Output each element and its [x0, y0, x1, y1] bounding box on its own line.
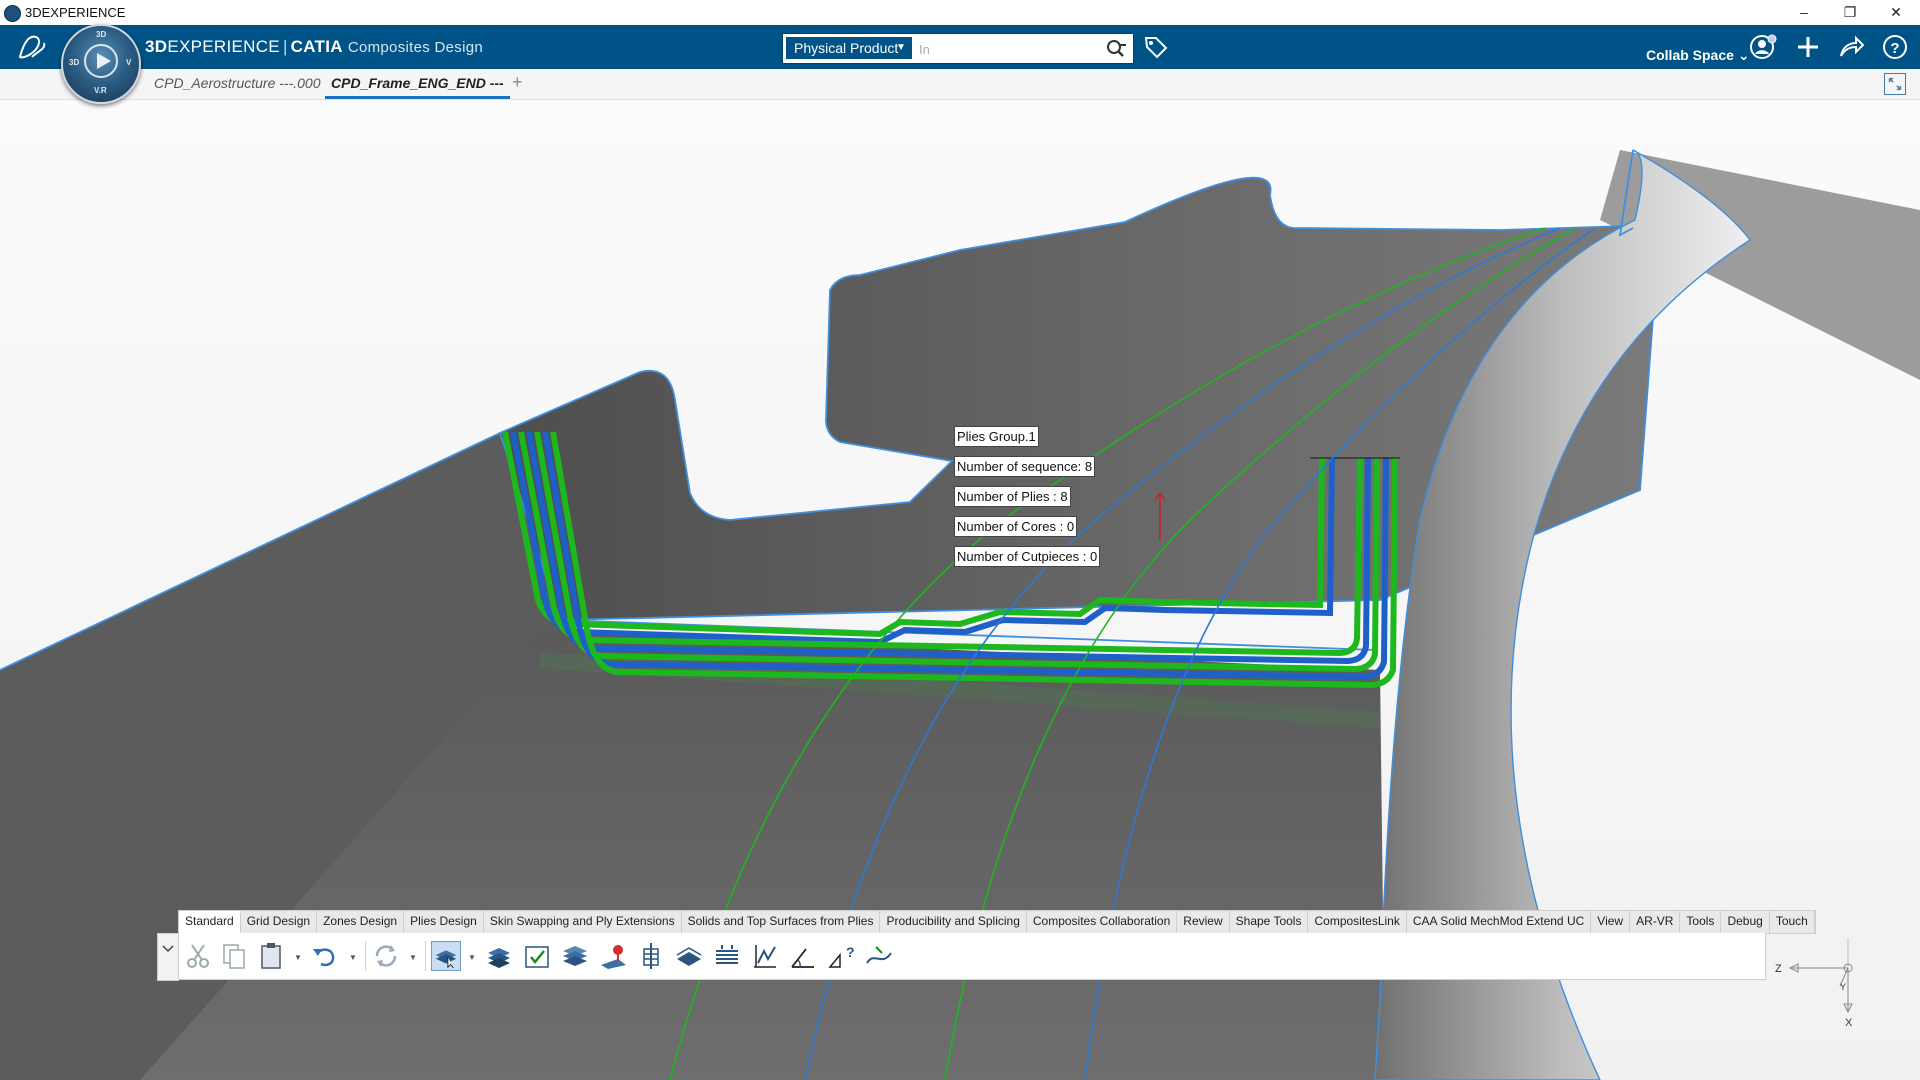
tab-debug[interactable]: Debug — [1721, 911, 1770, 933]
tab-skin-swapping[interactable]: Skin Swapping and Ply Extensions — [484, 911, 682, 933]
chevron-down-icon[interactable]: ▼ — [294, 953, 302, 962]
label-number-of-cores: Number of Cores : 0 — [954, 516, 1078, 537]
compass-left-label: 3D — [69, 58, 80, 67]
window-title: 3DEXPERIENCE — [25, 5, 126, 20]
tab-plies-design[interactable]: Plies Design — [404, 911, 484, 933]
tab-tools[interactable]: Tools — [1680, 911, 1722, 933]
analysis-icon[interactable] — [750, 941, 780, 971]
paste-icon[interactable] — [257, 941, 287, 971]
chevron-down-icon: ▼ — [896, 42, 906, 53]
compass-widget[interactable]: 3D 3D V V.R — [61, 24, 141, 104]
compass-bottom-label: V.R — [94, 86, 107, 95]
angle-icon[interactable] — [788, 941, 818, 971]
svg-text:?: ? — [1890, 40, 1899, 57]
chevron-down-icon[interactable]: ▼ — [468, 953, 476, 962]
label-plies-group[interactable]: Plies Group.1 — [954, 426, 1039, 447]
search-input[interactable] — [917, 37, 1081, 61]
tab-shape-tools[interactable]: Shape Tools — [1230, 911, 1309, 933]
stacking-icon[interactable] — [484, 941, 514, 971]
play-icon[interactable] — [84, 44, 118, 78]
cut-icon[interactable] — [183, 941, 213, 971]
chevron-down-icon — [162, 945, 174, 953]
add-icon[interactable] — [1793, 32, 1823, 62]
minimize-button[interactable]: – — [1781, 0, 1827, 25]
tab-producibility-splicing[interactable]: Producibility and Splicing — [880, 911, 1027, 933]
orientation-triad-icon[interactable]: Z Y X — [1770, 928, 1860, 1028]
ply-exploder-icon[interactable] — [598, 941, 628, 971]
query-icon[interactable]: ? — [826, 941, 856, 971]
tag-icon[interactable] — [1143, 34, 1169, 60]
tab-view[interactable]: View — [1591, 911, 1631, 933]
tab-standard[interactable]: Standard — [179, 911, 241, 933]
tab-review[interactable]: Review — [1177, 911, 1230, 933]
document-tab-bar: CPD_Aerostructure ---.000 CPD_Frame_ENG_… — [0, 69, 1920, 100]
label-number-of-plies: Number of Plies : 8 — [954, 486, 1071, 507]
tab-compositeslink[interactable]: CompositesLink — [1308, 911, 1407, 933]
draping-icon[interactable] — [864, 941, 894, 971]
undo-icon[interactable] — [309, 941, 339, 971]
close-button[interactable]: ✕ — [1873, 0, 1919, 25]
svg-text:Z: Z — [1775, 963, 1782, 975]
restore-button[interactable]: ❐ — [1827, 0, 1873, 25]
search-scope-dropdown[interactable]: Physical Product ▼ — [786, 37, 912, 59]
user-profile-icon[interactable] — [1748, 32, 1778, 62]
label-number-of-cutpieces: Number of Cutpieces : 0 — [954, 546, 1101, 567]
compass-right-label: V — [126, 58, 132, 67]
core-sampling-icon[interactable] — [636, 941, 666, 971]
svg-text:X: X — [1845, 1017, 1853, 1028]
collab-space-selector[interactable]: Collab Space ⌄ — [1646, 47, 1750, 64]
chevron-down-icon[interactable]: ▼ — [409, 953, 417, 962]
app-header: 3DEXPERIENCE | CATIA Composites Design Phys… — [0, 25, 1920, 69]
compass-3d-label: 3D — [96, 30, 107, 39]
label-number-of-sequence: Number of sequence: 8 — [954, 456, 1096, 477]
tab-touch[interactable]: Touch — [1770, 911, 1815, 933]
action-bar-collapse-button[interactable] — [157, 933, 179, 981]
new-tab-icon[interactable]: + — [512, 72, 523, 93]
app-icon — [4, 5, 21, 22]
svg-text:Y: Y — [1840, 982, 1846, 992]
plies-group-icon[interactable] — [431, 941, 461, 971]
ply-laminate-icon[interactable] — [712, 941, 742, 971]
ply-surface-icon[interactable] — [674, 941, 704, 971]
action-bar-tabs: Standard Grid Design Zones Design Plies … — [178, 910, 1816, 934]
tab-composites-collaboration[interactable]: Composites Collaboration — [1027, 911, 1178, 933]
search-bar: Physical Product ▼ — [782, 33, 1134, 64]
update-icon[interactable] — [371, 941, 401, 971]
tab-cpd-frame-eng-end[interactable]: CPD_Frame_ENG_END --- — [325, 75, 510, 99]
svg-text:?: ? — [846, 944, 855, 960]
fullscreen-icon[interactable] — [1884, 73, 1906, 95]
chevron-down-icon[interactable]: ▼ — [349, 953, 357, 962]
app-brand: 3DEXPERIENCE | CATIA Composites Design — [145, 37, 483, 56]
tab-solids-top-surfaces[interactable]: Solids and Top Surfaces from Plies — [682, 911, 881, 933]
ply-table-icon[interactable] — [560, 941, 590, 971]
share-icon[interactable] — [1836, 32, 1866, 62]
tab-zones-design[interactable]: Zones Design — [317, 911, 405, 933]
check-plies-icon[interactable] — [522, 941, 552, 971]
search-icon[interactable] — [1105, 38, 1127, 60]
tab-caa-solid-mechmod[interactable]: CAA Solid MechMod Extend UC — [1407, 911, 1592, 933]
tab-grid-design[interactable]: Grid Design — [241, 911, 318, 933]
action-bar-tools: ▼ ▼ ▼ ▼ ? — [157, 933, 1766, 981]
tab-cpd-aerostructure[interactable]: CPD_Aerostructure ---.000 — [154, 75, 321, 91]
copy-icon[interactable] — [219, 941, 249, 971]
tab-ar-vr[interactable]: AR-VR — [1630, 911, 1681, 933]
dassault-logo-icon[interactable] — [14, 31, 48, 63]
help-icon[interactable]: ? — [1880, 32, 1910, 62]
window-title-bar: 3DEXPERIENCE – ❐ ✕ — [0, 0, 1920, 26]
